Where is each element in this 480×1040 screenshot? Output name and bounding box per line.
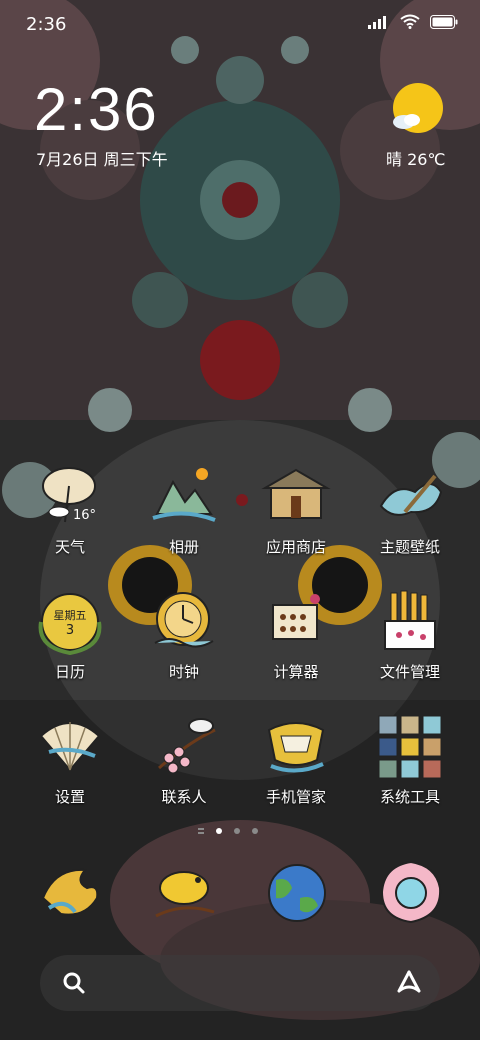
- status-time: 2:36: [26, 14, 67, 35]
- app-file-manager[interactable]: 文件管理: [350, 587, 470, 682]
- settings-icon: [39, 722, 101, 772]
- contacts-icon: [158, 718, 216, 774]
- status-bar: 2:36: [0, 0, 480, 50]
- app-themes[interactable]: 主题壁纸: [350, 462, 470, 557]
- system-tools-folder-icon: [378, 715, 442, 779]
- app-label: 天气: [54, 538, 85, 556]
- app-contacts[interactable]: 联系人: [124, 712, 244, 807]
- page-dot-active[interactable]: [216, 828, 222, 834]
- app-gallery[interactable]: 相册: [124, 462, 244, 557]
- app-store-icon: [261, 468, 331, 519]
- messages-icon[interactable]: [148, 858, 218, 928]
- app-store[interactable]: 应用商店: [236, 462, 356, 557]
- app-label: 手机管家: [265, 788, 326, 806]
- calendar-day: 3: [65, 623, 75, 638]
- browser-icon[interactable]: [262, 858, 332, 928]
- app-label: 时钟: [168, 663, 199, 681]
- folder-system-tools[interactable]: 系统工具: [350, 712, 470, 807]
- file-manager-icon: [384, 590, 436, 650]
- phone-manager-icon: [267, 722, 325, 773]
- page-dot-minus-one[interactable]: [198, 828, 204, 834]
- gallery-icon: [152, 468, 216, 522]
- app-settings[interactable]: 设置: [10, 712, 130, 807]
- app-label: 日历: [54, 663, 85, 681]
- calculator-icon: [272, 594, 320, 640]
- sun-icon[interactable]: [390, 82, 446, 138]
- app-label: 应用商店: [265, 538, 326, 556]
- app-clock[interactable]: 时钟: [124, 587, 244, 682]
- clock-widget-date: 7月26日 周三下午: [36, 150, 168, 169]
- clock-widget-time[interactable]: 2:36: [34, 78, 159, 142]
- app-label: 系统工具: [379, 788, 440, 806]
- wifi-icon: [400, 14, 420, 29]
- page-indicator: [198, 828, 258, 834]
- app-label: 设置: [54, 788, 85, 806]
- camera-icon[interactable]: [376, 858, 446, 928]
- app-label: 文件管理: [379, 663, 440, 681]
- app-weather[interactable]: 16° 天气: [10, 462, 130, 557]
- app-label: 联系人: [161, 788, 207, 806]
- app-calculator[interactable]: 计算器: [236, 587, 356, 682]
- themes-icon: [379, 474, 443, 516]
- app-phone-manager[interactable]: 手机管家: [236, 712, 356, 807]
- app-calendar[interactable]: 星期五 3 日历: [10, 587, 130, 682]
- search-bar[interactable]: [40, 955, 440, 1011]
- app-label: 相册: [168, 538, 199, 556]
- clock-icon: [154, 592, 214, 648]
- app-label: 计算器: [273, 663, 319, 681]
- battery-icon: [430, 14, 458, 29]
- page-dot[interactable]: [234, 828, 240, 834]
- assistant-icon[interactable]: [396, 969, 422, 995]
- weather-temp-badge: 16°: [73, 508, 97, 523]
- app-label: 主题壁纸: [379, 538, 440, 556]
- weather-widget-text: 晴 26℃: [386, 150, 446, 169]
- phone-icon[interactable]: [35, 858, 105, 928]
- signal-icon: [368, 15, 386, 29]
- calendar-weekday: 星期五: [53, 609, 87, 622]
- search-icon[interactable]: [62, 971, 86, 995]
- page-dot[interactable]: [252, 828, 258, 834]
